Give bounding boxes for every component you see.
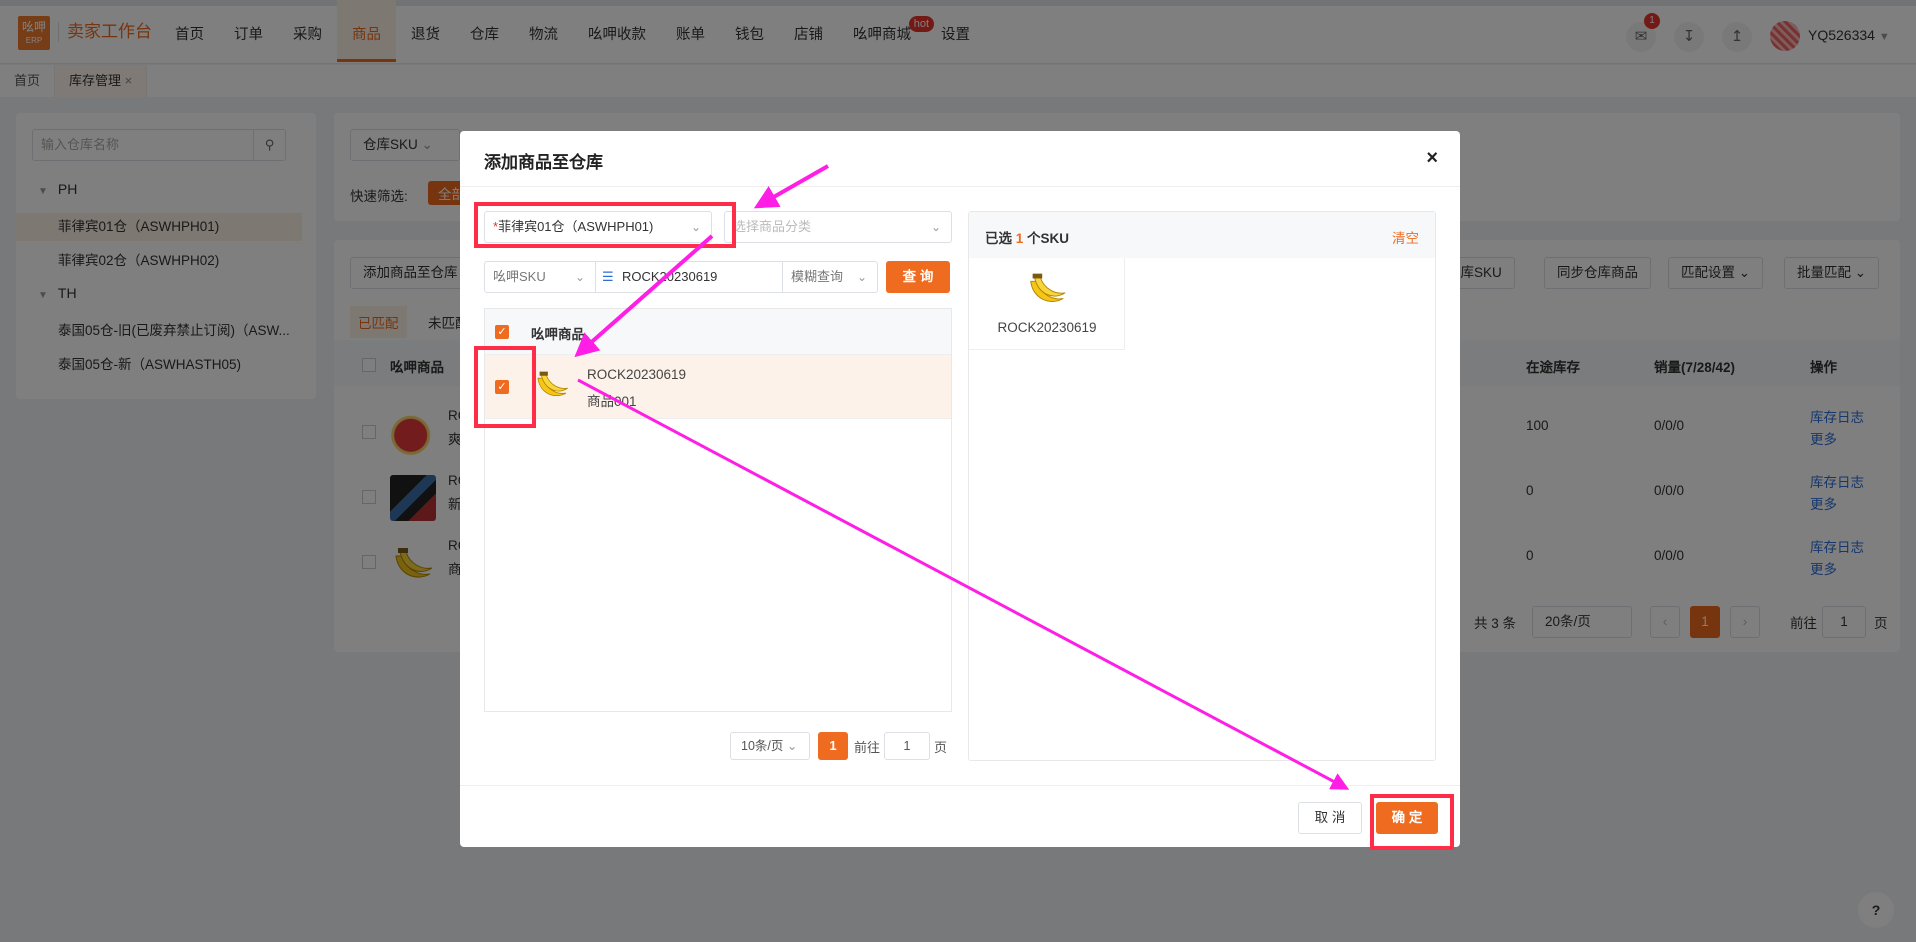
confirm-button[interactable]: 确 定 xyxy=(1376,802,1438,834)
cancel-button[interactable]: 取 消 xyxy=(1298,802,1362,834)
chevron-down-icon: ⌄ xyxy=(690,220,701,234)
close-icon[interactable]: × xyxy=(1426,147,1438,170)
category-select[interactable]: 选择商品分类 ⌄ xyxy=(724,211,952,243)
clear-link[interactable]: 清空 xyxy=(1392,227,1419,247)
selected-count-text: 已选 1 个SKU xyxy=(985,231,1070,246)
chevron-down-icon: ⌄ xyxy=(856,270,867,284)
dialog-title: 添加商品至仓库 xyxy=(484,153,603,172)
sku-search-input[interactable]: ☰ ROCK20230619 xyxy=(595,261,783,293)
footer-divider xyxy=(460,785,1460,786)
list-header-label: 吆呷商品 xyxy=(531,327,585,342)
query-button[interactable]: 查 询 xyxy=(886,261,950,293)
warehouse-select[interactable]: *菲律宾01仓（ASWHPH01) ⌄ xyxy=(484,211,712,243)
select-all-checkbox[interactable]: ✓ xyxy=(495,325,509,339)
banana-thumbnail xyxy=(1025,266,1069,310)
goto-page-input[interactable]: 1 xyxy=(884,732,930,760)
chevron-down-icon: ⌄ xyxy=(786,739,798,753)
current-page[interactable]: 1 xyxy=(818,732,848,760)
item-sku: ROCK20230619 xyxy=(587,367,687,382)
page-unit: 页 xyxy=(934,740,948,755)
item-name: 商品001 xyxy=(587,394,637,409)
banana-thumbnail xyxy=(533,365,571,403)
page-size-select[interactable]: 10条/页 ⌄ xyxy=(730,732,810,760)
list-header: ✓ 吆呷商品 xyxy=(485,309,951,355)
chevron-down-icon: ⌄ xyxy=(574,270,585,284)
chevron-down-icon: ⌄ xyxy=(930,220,941,234)
selected-sku-code: ROCK20230619 xyxy=(997,320,1097,335)
selected-sku-panel: 已选 1 个SKU 清空 ROCK20230619 xyxy=(968,211,1436,761)
match-mode-select[interactable]: 模糊查询 ⌄ xyxy=(782,261,878,293)
sku-type-select[interactable]: 吆呷SKU ⌄ xyxy=(484,261,596,293)
product-list: ✓ 吆呷商品 ✓ ROCK20230619 商品001 xyxy=(484,308,952,712)
header-divider xyxy=(460,186,1460,187)
selected-sku-card[interactable]: ROCK20230619 xyxy=(969,258,1125,350)
item-checkbox[interactable]: ✓ xyxy=(495,380,509,394)
list-icon: ☰ xyxy=(602,269,614,284)
goto-label: 前往 xyxy=(854,740,881,755)
selected-header: 已选 1 个SKU 清空 xyxy=(969,212,1435,258)
list-item[interactable]: ✓ ROCK20230619 商品001 xyxy=(485,355,951,419)
add-product-dialog: 添加商品至仓库 × *菲律宾01仓（ASWHPH01) ⌄ 选择商品分类 ⌄ 吆呷S… xyxy=(460,131,1460,847)
